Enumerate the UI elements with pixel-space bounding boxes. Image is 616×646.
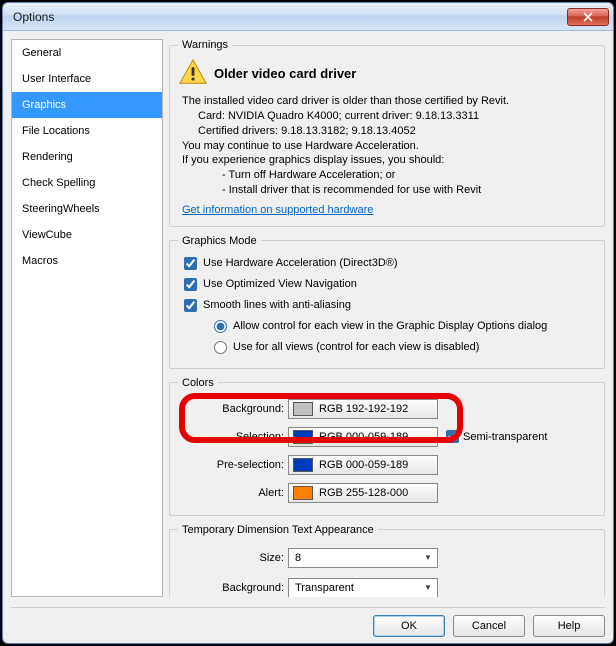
warning-title: Older video card driver xyxy=(214,66,356,81)
preselection-label: Pre-selection: xyxy=(178,459,288,471)
selection-label: Selection: xyxy=(178,431,288,443)
warning-icon xyxy=(178,57,208,90)
allow-control-label: Allow control for each view in the Graph… xyxy=(233,320,547,332)
semi-transparent-checkbox[interactable] xyxy=(446,430,459,443)
dialog-footer: OK Cancel Help xyxy=(11,607,605,637)
size-value: 8 xyxy=(295,552,301,564)
bg-label: Background: xyxy=(178,582,288,594)
sidebar-item-macros[interactable]: Macros xyxy=(12,248,162,274)
size-combo[interactable]: 8 ▼ xyxy=(288,548,438,568)
selection-swatch xyxy=(293,430,313,444)
alert-swatch xyxy=(293,486,313,500)
sidebar-item-rendering[interactable]: Rendering xyxy=(12,144,162,170)
warnings-legend: Warnings xyxy=(178,39,232,51)
alert-label: Alert: xyxy=(178,487,288,499)
selection-color-button[interactable]: RGB 000-059-189 xyxy=(288,427,438,447)
background-color-text: RGB 192-192-192 xyxy=(319,403,408,415)
preselection-color-text: RGB 000-059-189 xyxy=(319,459,408,471)
sidebar-item-check-spelling[interactable]: Check Spelling xyxy=(12,170,162,196)
temp-dimension-legend: Temporary Dimension Text Appearance xyxy=(178,524,378,536)
semi-transparent-label: Semi-transparent xyxy=(463,431,547,443)
allow-control-radio[interactable] xyxy=(214,320,227,333)
window-title: Options xyxy=(13,10,567,24)
graphics-mode-group: Graphics Mode Use Hardware Acceleration … xyxy=(169,235,605,369)
smooth-lines-label: Smooth lines with anti-aliasing xyxy=(203,299,351,311)
alert-color-text: RGB 255-128-000 xyxy=(319,487,408,499)
sidebar-item-general[interactable]: General xyxy=(12,40,162,66)
temp-dimension-group: Temporary Dimension Text Appearance Size… xyxy=(169,524,605,597)
bg-value: Transparent xyxy=(295,582,354,594)
supported-hardware-link[interactable]: Get information on supported hardware xyxy=(182,204,373,216)
size-label: Size: xyxy=(178,552,288,564)
preselection-color-button[interactable]: RGB 000-059-189 xyxy=(288,455,438,475)
optimized-nav-label: Use Optimized View Navigation xyxy=(203,278,357,290)
selection-color-text: RGB 000-059-189 xyxy=(319,431,408,443)
warning-body: The installed video card driver is older… xyxy=(178,94,596,198)
background-color-button[interactable]: RGB 192-192-192 xyxy=(288,399,438,419)
sidebar-item-graphics[interactable]: Graphics xyxy=(12,92,162,118)
background-swatch xyxy=(293,402,313,416)
sidebar-item-steeringwheels[interactable]: SteeringWheels xyxy=(12,196,162,222)
preselection-swatch xyxy=(293,458,313,472)
hw-accel-label: Use Hardware Acceleration (Direct3D®) xyxy=(203,257,398,269)
help-button[interactable]: Help xyxy=(533,615,605,637)
sidebar-item-user-interface[interactable]: User Interface xyxy=(12,66,162,92)
close-button[interactable] xyxy=(567,8,609,26)
optimized-nav-checkbox[interactable] xyxy=(184,278,197,291)
hw-accel-checkbox[interactable] xyxy=(184,257,197,270)
chevron-down-icon: ▼ xyxy=(421,553,435,562)
graphics-mode-legend: Graphics Mode xyxy=(178,235,261,247)
sidebar-item-file-locations[interactable]: File Locations xyxy=(12,118,162,144)
background-combo[interactable]: Transparent ▼ xyxy=(288,578,438,597)
use-all-views-label: Use for all views (control for each view… xyxy=(233,341,479,353)
smooth-lines-checkbox[interactable] xyxy=(184,299,197,312)
titlebar: Options xyxy=(3,3,613,31)
colors-group: Colors Background: RGB 192-192-192 Selec… xyxy=(169,377,605,516)
cancel-button[interactable]: Cancel xyxy=(453,615,525,637)
warnings-group: Warnings Older video card driver The ins… xyxy=(169,39,605,227)
use-all-views-radio[interactable] xyxy=(214,341,227,354)
chevron-down-icon: ▼ xyxy=(421,583,435,592)
colors-legend: Colors xyxy=(178,377,218,389)
ok-button[interactable]: OK xyxy=(373,615,445,637)
background-label: Background: xyxy=(178,403,288,415)
sidebar-item-viewcube[interactable]: ViewCube xyxy=(12,222,162,248)
alert-color-button[interactable]: RGB 255-128-000 xyxy=(288,483,438,503)
options-sidebar: General User Interface Graphics File Loc… xyxy=(11,39,163,597)
